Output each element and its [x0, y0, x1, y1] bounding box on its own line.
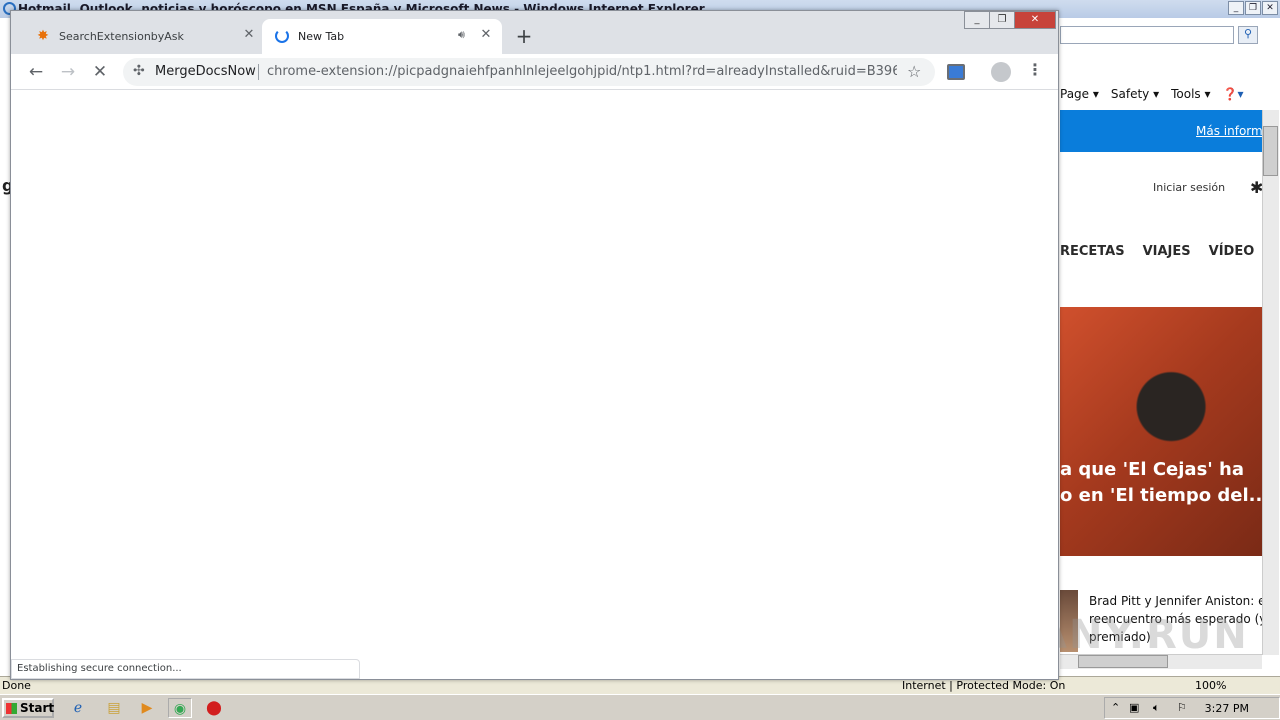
omnibox-url[interactable]: chrome-extension://picpadgnaiehfpanhlnle… — [267, 64, 897, 79]
back-arrow-icon[interactable]: ← — [24, 60, 48, 84]
tray-arrow-icon[interactable]: ⌃ — [1111, 701, 1120, 714]
status-bubble: Establishing secure connection... — [11, 659, 360, 679]
chrome-toolbar: ← → ✕ ✣ MergeDocsNow chrome-extension://… — [11, 54, 1058, 90]
stop-loading-icon[interactable]: ✕ — [88, 60, 112, 84]
ie-search-icon[interactable]: ⚲ — [1238, 26, 1258, 44]
chrome-minimize-button[interactable]: _ — [964, 11, 990, 29]
ie-close-button[interactable]: ✕ — [1262, 1, 1278, 15]
msn-sign-in-link[interactable]: Iniciar sesión — [1153, 181, 1225, 194]
msn-nav-bar: RECETAS VIAJES VÍDEO — [1060, 244, 1254, 259]
volume-icon[interactable]: 🔈︎ — [1153, 701, 1160, 715]
ie-horizontal-scroll-thumb[interactable] — [1078, 655, 1168, 668]
chrome-close-button[interactable]: ✕ — [1014, 11, 1056, 29]
msn-more-info-link[interactable]: Más informa — [1196, 124, 1270, 138]
anyrun-watermark: ANY.RUN — [1036, 612, 1249, 658]
opera-taskbar-icon[interactable]: ⬤ — [202, 698, 226, 718]
network-icon[interactable]: ▣ — [1129, 701, 1139, 714]
explorer-taskbar-icon[interactable]: ▤ — [102, 698, 126, 718]
start-label: Start — [20, 701, 55, 715]
media-player-taskbar-icon[interactable]: ▶ — [135, 698, 159, 718]
tab-title: SearchExtensionbyAsk — [59, 30, 184, 43]
system-tray: ⌃ ▣ 🔈︎ ⚐ 3:27 PM — [1104, 697, 1280, 719]
clock[interactable]: 3:27 PM — [1205, 702, 1249, 715]
tab-title: New Tab — [298, 30, 345, 43]
msn-card-line: Brad Pitt y Jennifer Aniston: el — [1089, 594, 1265, 608]
forward-arrow-icon[interactable]: → — [56, 60, 80, 84]
windows-flag-icon — [6, 703, 17, 714]
msn-hero-headline[interactable]: a que 'El Cejas' ha o en 'El tiempo del.… — [1060, 457, 1262, 509]
msn-hero-image[interactable] — [1060, 307, 1262, 556]
omnibox-separator — [258, 64, 259, 80]
profile-avatar-icon[interactable] — [991, 62, 1011, 82]
extension-toolbar-icon[interactable] — [947, 64, 965, 80]
flag-icon[interactable]: ⚐ — [1177, 701, 1187, 714]
msn-hero-line: a que 'El Cejas' ha — [1060, 459, 1245, 480]
kebab-menu-icon[interactable]: ⋮ — [1027, 60, 1043, 79]
bookmark-star-icon[interactable]: ☆ — [907, 62, 921, 81]
ie-page-menu[interactable]: Page ▾ — [1060, 87, 1099, 101]
ask-burst-icon: ✸ — [37, 28, 49, 44]
start-button[interactable]: Start — [2, 698, 54, 718]
chrome-taskbar-icon[interactable]: ◉ — [168, 698, 192, 718]
tab-search-extension[interactable]: ✸ SearchExtensionbyAsk ✕ — [23, 19, 263, 54]
ie-security-zone[interactable]: Internet | Protected Mode: On — [902, 679, 1065, 692]
taskbar: Start ℯ ▤ ▶ ◉ ⬤ ⌃ ▣ 🔈︎ ⚐ 3:27 PM — [0, 694, 1280, 720]
ie-taskbar-icon[interactable]: ℯ — [66, 698, 90, 718]
ie-command-bar: Page ▾ Safety ▾ Tools ▾ ❓▾ — [1060, 84, 1244, 104]
omnibox[interactable]: ✣ MergeDocsNow chrome-extension://picpad… — [123, 58, 935, 86]
omnibox-extension-name: MergeDocsNow — [155, 64, 256, 79]
tab-close-icon[interactable]: ✕ — [241, 27, 257, 43]
ie-help-icon[interactable]: ❓▾ — [1223, 87, 1244, 101]
ie-vertical-scroll-thumb[interactable] — [1263, 126, 1278, 176]
ie-restore-button[interactable]: ❐ — [1245, 1, 1261, 15]
ie-safety-menu[interactable]: Safety ▾ — [1111, 87, 1159, 101]
new-tab-button[interactable]: + — [513, 26, 535, 48]
ie-minimize-button[interactable]: _ — [1228, 1, 1244, 15]
tab-new-tab[interactable]: New Tab 🔊︎ ✕ — [262, 19, 502, 54]
ie-tools-menu[interactable]: Tools ▾ — [1171, 87, 1210, 101]
ie-zoom-level[interactable]: 100% — [1195, 679, 1226, 692]
puzzle-extension-icon: ✣ — [133, 63, 145, 79]
loading-spinner-icon — [274, 28, 290, 44]
msn-hero-line: o en 'El tiempo del... — [1060, 485, 1262, 506]
page-content — [11, 91, 1058, 679]
tab-close-icon[interactable]: ✕ — [478, 27, 494, 43]
msn-nav-viajes[interactable]: VIAJES — [1143, 244, 1191, 259]
tab-strip: ✸ SearchExtensionbyAsk ✕ New Tab 🔊︎ ✕ + … — [11, 11, 1058, 54]
speaker-icon[interactable]: 🔊︎ — [458, 28, 472, 42]
msn-nav-recetas[interactable]: RECETAS — [1060, 244, 1125, 259]
chrome-window: ✸ SearchExtensionbyAsk ✕ New Tab 🔊︎ ✕ + … — [10, 10, 1059, 680]
chrome-restore-button[interactable]: ❐ — [989, 11, 1015, 29]
ie-search-input[interactable] — [1060, 26, 1234, 44]
ie-status-text: Done — [2, 679, 31, 692]
ie-vertical-scrollbar[interactable] — [1262, 110, 1279, 655]
msn-nav-video[interactable]: VÍDEO — [1209, 244, 1255, 259]
